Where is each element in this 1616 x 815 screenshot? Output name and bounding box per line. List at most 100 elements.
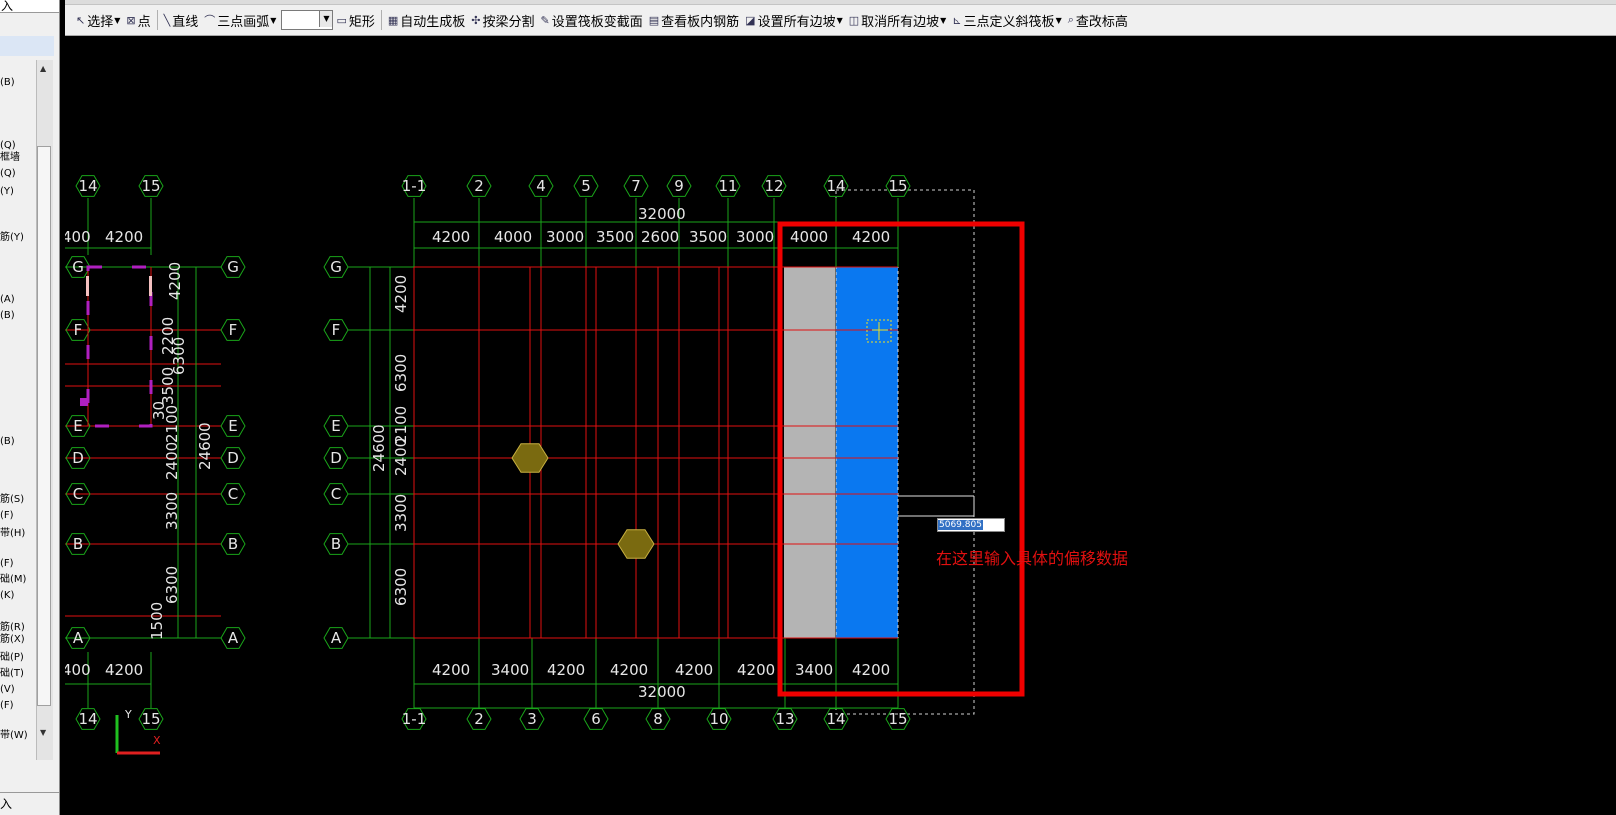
cad-drawing[interactable]: 14 1514 15400 4200400 4200G GF FE ED DC CB BA A4200…: [65, 36, 1616, 815]
axis-label-bottom: 2: [474, 710, 484, 728]
tool-button-4[interactable]: ⌒ 三点画弧 ▼: [201, 9, 279, 31]
dimension-label: 24600: [370, 424, 388, 472]
dimension-label: 4200: [547, 661, 585, 679]
tool-button-12[interactable]: ⊾ 三点定义斜筏板 ▼: [949, 9, 1064, 31]
row-axis-label: D: [227, 449, 239, 467]
panel-selected-row[interactable]: [0, 36, 54, 56]
dimension-label: 2100: [163, 405, 181, 443]
scrollbar-thumb[interactable]: [37, 146, 51, 706]
dimension-label: 3500: [596, 228, 634, 246]
component-list-item[interactable]: (V): [0, 684, 15, 696]
tool-button-3[interactable]: ╲ 直线: [161, 9, 202, 31]
component-list-item[interactable]: 框墙: [0, 152, 20, 164]
offset-value-input[interactable]: 5069.805: [937, 518, 1005, 532]
component-list-item[interactable]: (Q): [0, 140, 16, 152]
annotation-text: 在这里输入具体的偏移数据: [936, 549, 1129, 568]
axis-label-bottom: 14: [78, 710, 97, 728]
arc-mode-combo[interactable]: ▼: [281, 10, 334, 30]
tool-button-13[interactable]: ⌕ 查改标高: [1065, 9, 1131, 31]
scroll-up-icon[interactable]: ▲: [40, 64, 46, 73]
cad-canvas[interactable]: 14 15 14 15 400 4200 400 4200 G G F F E E D D C C B B A A 4200…: [65, 36, 1616, 815]
dropdown-arrow-icon[interactable]: ▼: [1056, 16, 1062, 25]
tool-icon: ▭: [336, 13, 347, 27]
tool-button-9[interactable]: ▤ 查看板内钢筋: [646, 9, 742, 31]
tool-button-8[interactable]: ✎ 设置筏板变截面: [538, 9, 646, 31]
component-list-item[interactable]: (Y): [0, 186, 14, 198]
tool-button-5[interactable]: ▭ 矩形: [333, 9, 377, 31]
component-list-item[interactable]: (F): [0, 510, 14, 522]
component-list-item[interactable]: 带(H): [0, 528, 25, 540]
row-axis-label: A: [331, 629, 342, 647]
panel-footer: 入: [0, 792, 59, 815]
axis-label-bottom: 14: [826, 710, 845, 728]
component-list-item[interactable]: 筋(Y): [0, 232, 24, 244]
axis-label-top: 9: [674, 177, 684, 195]
axis-label-top: 1-1: [402, 177, 427, 195]
component-list-item[interactable]: 础(M): [0, 574, 26, 586]
dimension-label: 4200: [105, 661, 143, 679]
row-axis-label: C: [331, 485, 341, 503]
tool-button-6[interactable]: ▦ 自动生成板: [385, 9, 468, 31]
component-list-item[interactable]: 筋(S): [0, 494, 24, 506]
dimension-label: 4200: [675, 661, 713, 679]
column-icon[interactable]: [617, 529, 655, 559]
row-axis-label: E: [331, 417, 340, 435]
tool-button-1[interactable]: ↖ 选择 ▼: [73, 9, 123, 31]
axis-label-bottom: 6: [591, 710, 601, 728]
component-list-item[interactable]: (F): [0, 558, 14, 570]
scroll-down-icon[interactable]: ▼: [40, 728, 46, 737]
axis-label-top: 15: [888, 177, 907, 195]
component-list-item[interactable]: 筋(R): [0, 622, 25, 634]
tool-button-11[interactable]: ◫ 取消所有边坡 ▼: [846, 9, 950, 31]
axis-label-bottom: 8: [653, 710, 663, 728]
toolbar-separator: [380, 10, 382, 30]
tool-icon: ◫: [848, 13, 860, 27]
dropdown-arrow-icon[interactable]: ▼: [837, 16, 843, 25]
tool-button-10[interactable]: ◪ 设置所有边坡 ▼: [742, 9, 846, 31]
component-list-item[interactable]: (B): [0, 77, 15, 89]
component-list-item[interactable]: (B): [0, 436, 15, 448]
dimension-label: 4200: [737, 661, 775, 679]
dropdown-arrow-icon[interactable]: ▼: [270, 16, 276, 25]
component-list-item[interactable]: (Q): [0, 168, 16, 180]
dimension-label: 32000: [638, 683, 686, 701]
row-axis-label: B: [73, 535, 83, 553]
tool-button-2[interactable]: ⊠ 点: [123, 9, 153, 31]
tool-label: 按梁分割: [482, 14, 535, 30]
panel-header: 入: [0, 0, 59, 13]
toolbar-row: ↖ 选择 ▼ ⊠ 点 ╲ 直线 ⌒ 三点画弧 ▼ ▼ ▭ 矩形 ▦ 自动生成板 ✣ 按梁分割 ✎ 设置筏板变截面 ▤ 查…: [73, 8, 1131, 32]
dimension-label: 4000: [494, 228, 532, 246]
dimension-label: 1500: [148, 602, 166, 640]
raft-slab-gray[interactable]: [784, 267, 835, 638]
column-icon[interactable]: [511, 443, 549, 473]
dimension-label: 4200: [166, 262, 184, 300]
tool-label: 点: [137, 14, 151, 30]
dimension-label: 32000: [638, 205, 686, 223]
component-list-item[interactable]: 筋(X): [0, 634, 25, 646]
dimension-label: 4200: [852, 228, 890, 246]
tool-button-7[interactable]: ✣ 按梁分割: [468, 9, 537, 31]
dimension-label: 2600: [641, 228, 679, 246]
component-list-item[interactable]: 础(T): [0, 668, 24, 680]
component-list-item[interactable]: (K): [0, 590, 14, 602]
tool-icon: ⌒: [204, 14, 216, 27]
axis-label-top: 11: [718, 177, 737, 195]
dimension-label: 2400: [163, 442, 181, 480]
row-axis-label: F: [229, 321, 238, 339]
dropdown-arrow-icon[interactable]: ▼: [940, 16, 946, 25]
axis-label-top: 14: [826, 177, 845, 195]
component-list-item[interactable]: (A): [0, 294, 15, 306]
dropdown-arrow-icon[interactable]: ▼: [114, 16, 120, 25]
tool-icon: ▦: [387, 13, 399, 27]
component-list-item[interactable]: 础(P): [0, 652, 24, 664]
axis-label-bottom: 15: [141, 710, 160, 728]
tool-icon: ◪: [745, 13, 756, 27]
chevron-down-icon[interactable]: ▼: [319, 11, 333, 27]
component-list-item[interactable]: (B): [0, 310, 15, 322]
tool-label: 设置筏板变截面: [551, 14, 643, 30]
dimension-label: 4200: [610, 661, 648, 679]
component-list-item[interactable]: 带(W): [0, 730, 28, 742]
component-list-item[interactable]: (F): [0, 700, 14, 712]
tool-icon: ✣: [471, 13, 481, 27]
tool-icon: ⊠: [126, 13, 136, 27]
